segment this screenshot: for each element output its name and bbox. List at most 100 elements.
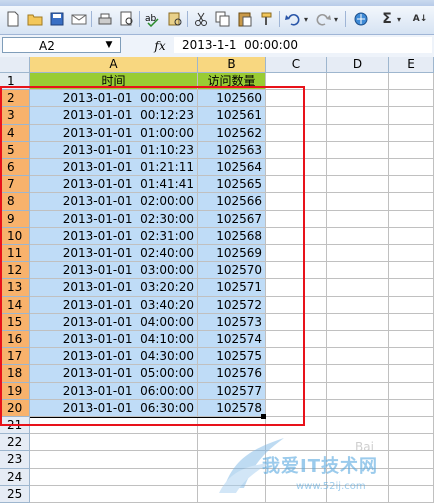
formula-input[interactable]: 2013-1-1 00:00:00	[174, 37, 432, 53]
count-cell[interactable]: 102571	[198, 279, 266, 297]
time-cell[interactable]: 2013-01-01 03:20:20	[30, 279, 198, 297]
time-cell[interactable]: 2013-01-01 03:40:20	[30, 296, 198, 314]
time-cell[interactable]: 2013-01-01 02:31:00	[30, 227, 198, 245]
count-cell[interactable]: 102574	[198, 331, 266, 349]
count-cell[interactable]: 102577	[198, 382, 266, 400]
cell[interactable]	[327, 399, 389, 417]
cell[interactable]	[266, 382, 327, 400]
column-header-c[interactable]: C	[266, 57, 327, 73]
cell[interactable]	[266, 107, 327, 125]
count-cell[interactable]: 102567	[198, 210, 266, 228]
row-header[interactable]: 25	[0, 485, 30, 503]
row-header[interactable]: 11	[0, 245, 30, 263]
count-cell[interactable]: 102576	[198, 365, 266, 383]
row-header[interactable]: 5	[0, 141, 30, 159]
header-cell-count[interactable]: 访问数量	[198, 73, 266, 91]
undo-dropdown-icon[interactable]: ▾	[302, 10, 310, 28]
cell[interactable]	[389, 141, 434, 159]
count-cell[interactable]: 102565	[198, 176, 266, 194]
column-header-b[interactable]: B	[198, 57, 266, 73]
cell[interactable]	[327, 141, 389, 159]
count-cell[interactable]: 102569	[198, 245, 266, 263]
row-header[interactable]: 13	[0, 279, 30, 297]
undo-icon[interactable]	[284, 10, 302, 28]
cell[interactable]	[30, 468, 198, 486]
row-header[interactable]: 9	[0, 210, 30, 228]
name-box-dropdown-icon[interactable]: ▼	[100, 38, 118, 52]
time-cell[interactable]: 2013-01-01 06:30:00	[30, 399, 198, 417]
paste-icon[interactable]	[236, 10, 254, 28]
save-icon[interactable]	[48, 10, 66, 28]
redo-dropdown-icon[interactable]: ▾	[332, 10, 340, 28]
time-cell[interactable]: 2013-01-01 03:00:00	[30, 262, 198, 280]
cell[interactable]	[266, 365, 327, 383]
cell[interactable]	[389, 262, 434, 280]
cell[interactable]	[327, 227, 389, 245]
cell[interactable]	[266, 227, 327, 245]
row-header[interactable]: 1	[0, 73, 30, 91]
cell[interactable]	[266, 141, 327, 159]
time-cell[interactable]: 2013-01-01 01:41:41	[30, 176, 198, 194]
cell[interactable]	[389, 279, 434, 297]
fx-icon[interactable]: fx	[150, 37, 170, 55]
cell[interactable]	[327, 313, 389, 331]
cell[interactable]	[389, 365, 434, 383]
cell[interactable]	[389, 107, 434, 125]
cell[interactable]	[389, 193, 434, 211]
email-icon[interactable]	[70, 10, 88, 28]
count-cell[interactable]: 102564	[198, 159, 266, 177]
spellcheck-icon[interactable]: ab	[144, 10, 162, 28]
cell[interactable]	[30, 434, 198, 452]
cell[interactable]	[266, 176, 327, 194]
cell[interactable]	[389, 313, 434, 331]
cell[interactable]	[389, 124, 434, 142]
cell[interactable]	[266, 348, 327, 366]
autosum-dropdown-icon[interactable]: ▾	[395, 10, 403, 28]
cell[interactable]	[266, 159, 327, 177]
cell[interactable]	[389, 73, 434, 91]
cell[interactable]	[327, 296, 389, 314]
format-painter-icon[interactable]	[258, 10, 276, 28]
cell[interactable]	[327, 73, 389, 91]
copy-icon[interactable]	[214, 10, 232, 28]
row-header[interactable]: 4	[0, 124, 30, 142]
cell[interactable]	[327, 176, 389, 194]
cell[interactable]	[327, 417, 389, 435]
select-all-corner[interactable]	[0, 57, 30, 73]
cell[interactable]	[266, 296, 327, 314]
row-header[interactable]: 16	[0, 331, 30, 349]
column-header-e[interactable]: E	[389, 57, 434, 73]
time-cell[interactable]: 2013-01-01 00:00:00	[30, 90, 198, 108]
count-cell[interactable]: 102575	[198, 348, 266, 366]
fill-handle[interactable]	[261, 414, 266, 419]
preview-icon[interactable]	[118, 10, 136, 28]
header-cell-time[interactable]: 时间	[30, 73, 198, 91]
cell[interactable]	[30, 485, 198, 503]
cell[interactable]	[389, 331, 434, 349]
row-header[interactable]: 3	[0, 107, 30, 125]
cell[interactable]	[327, 90, 389, 108]
row-header[interactable]: 21	[0, 417, 30, 435]
cell[interactable]	[266, 279, 327, 297]
cell[interactable]	[30, 451, 198, 469]
cell[interactable]	[389, 434, 434, 452]
row-header[interactable]: 2	[0, 90, 30, 108]
cell[interactable]	[266, 313, 327, 331]
cell[interactable]	[327, 159, 389, 177]
cell[interactable]	[327, 365, 389, 383]
cell[interactable]	[327, 193, 389, 211]
cell[interactable]	[327, 331, 389, 349]
cell[interactable]	[389, 296, 434, 314]
cell[interactable]	[327, 382, 389, 400]
cell[interactable]	[266, 262, 327, 280]
time-cell[interactable]: 2013-01-01 04:30:00	[30, 348, 198, 366]
count-cell[interactable]: 102560	[198, 90, 266, 108]
count-cell[interactable]: 102562	[198, 124, 266, 142]
cell[interactable]	[327, 107, 389, 125]
row-header[interactable]: 22	[0, 434, 30, 452]
cell[interactable]	[327, 245, 389, 263]
row-header[interactable]: 7	[0, 176, 30, 194]
count-cell[interactable]: 102570	[198, 262, 266, 280]
time-cell[interactable]: 2013-01-01 02:30:00	[30, 210, 198, 228]
cell[interactable]	[389, 245, 434, 263]
